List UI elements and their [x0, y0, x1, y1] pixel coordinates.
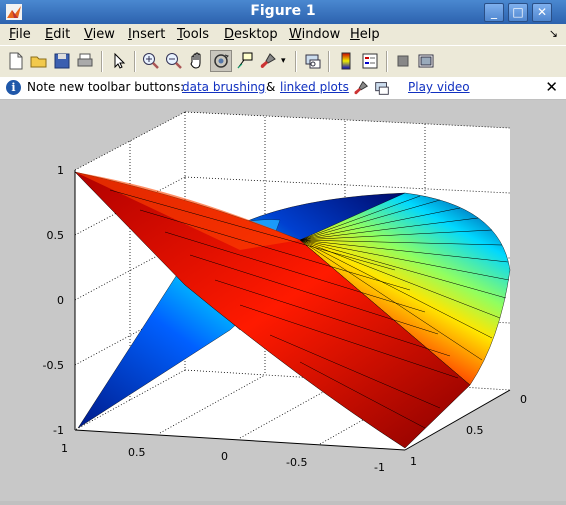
colorbar-icon[interactable]	[336, 51, 356, 71]
x-tick-label: -1	[374, 461, 385, 474]
pan-icon[interactable]	[187, 51, 207, 71]
y-tick-label: 0.5	[466, 424, 484, 437]
z-tick-label: -0.5	[43, 359, 64, 372]
menu-file[interactable]: File	[9, 27, 31, 42]
new-figure-icon[interactable]	[6, 51, 26, 71]
maximize-button[interactable]: □	[508, 3, 528, 22]
legend-icon[interactable]	[360, 51, 380, 71]
surface-plot-axes[interactable]: 1 0.5 0 -0.5 -1 1 0.5 0 -0.5 -1 0 0.5 1	[0, 100, 566, 501]
info-bar: i Note new toolbar buttons: data brushin…	[0, 77, 566, 100]
toolbar-separator	[386, 51, 388, 72]
brush-icon	[354, 80, 369, 95]
menu-bar: File Edit View Insert Tools Desktop Wind…	[0, 24, 566, 45]
brush-dropdown-icon[interactable]: ▾	[281, 56, 286, 66]
x-tick-label: 0.5	[128, 446, 146, 459]
title-bar[interactable]: Figure 1 _ □ ✕	[0, 0, 566, 24]
play-video-link[interactable]: Play video	[408, 80, 470, 94]
x-tick-label: -0.5	[286, 456, 307, 469]
print-icon[interactable]	[75, 51, 95, 71]
link-plot-icon	[375, 82, 389, 95]
y-tick-label: 1	[410, 455, 417, 468]
x-tick-label: 1	[61, 442, 68, 455]
toolbar-separator	[101, 51, 103, 72]
menu-insert[interactable]: Insert	[128, 27, 165, 42]
save-icon[interactable]	[52, 51, 72, 71]
show-plot-tools-icon[interactable]	[416, 51, 436, 71]
open-file-icon[interactable]	[29, 51, 49, 71]
toolbar-separator	[328, 51, 330, 72]
info-icon: i	[6, 80, 21, 95]
ampersand-text: &	[266, 80, 276, 94]
menu-help[interactable]: Help	[350, 27, 380, 42]
dock-arrow-icon[interactable]: ↘	[549, 27, 558, 40]
z-axis-ticks: 1 0.5 0 -0.5 -1	[43, 164, 64, 437]
z-tick-label: 0	[57, 294, 64, 307]
data-brushing-link[interactable]: data brushing	[182, 80, 265, 94]
menu-desktop[interactable]: Desktop	[224, 27, 278, 42]
figure-toolbar: ▾	[0, 45, 566, 78]
figure-canvas[interactable]: 1 0.5 0 -0.5 -1 1 0.5 0 -0.5 -1 0 0.5 1	[0, 100, 566, 501]
link-plot-icon[interactable]	[303, 51, 323, 71]
close-button[interactable]: ✕	[532, 3, 552, 22]
linked-plots-link[interactable]: linked plots	[280, 80, 349, 94]
menu-window[interactable]: Window	[289, 27, 340, 42]
y-tick-label: 0	[520, 393, 527, 406]
toolbar-separator	[295, 51, 297, 72]
zoom-in-icon[interactable]	[141, 51, 161, 71]
figure-window: Figure 1 _ □ ✕ File Edit View Insert Too…	[0, 0, 566, 501]
hide-plot-tools-icon[interactable]	[393, 51, 413, 71]
brush-icon[interactable]	[258, 51, 278, 71]
edit-plot-icon[interactable]	[109, 51, 129, 71]
close-infobar-button[interactable]: ✕	[545, 78, 558, 96]
x-tick-label: 0	[221, 450, 228, 463]
zoom-out-icon[interactable]	[164, 51, 184, 71]
info-message: Note new toolbar buttons:	[27, 80, 185, 94]
menu-view[interactable]: View	[84, 27, 115, 42]
menu-tools[interactable]: Tools	[177, 27, 209, 42]
z-tick-label: -1	[53, 424, 64, 437]
toolbar-separator	[134, 51, 136, 72]
z-tick-label: 0.5	[47, 229, 65, 242]
z-tick-label: 1	[57, 164, 64, 177]
rotate-3d-icon[interactable]	[210, 50, 232, 72]
minimize-button[interactable]: _	[484, 3, 504, 22]
data-cursor-icon[interactable]	[235, 51, 255, 71]
menu-edit[interactable]: Edit	[45, 27, 70, 42]
window-title: Figure 1	[250, 3, 316, 19]
x-axis-ticks: 1 0.5 0 -0.5 -1	[61, 442, 385, 474]
